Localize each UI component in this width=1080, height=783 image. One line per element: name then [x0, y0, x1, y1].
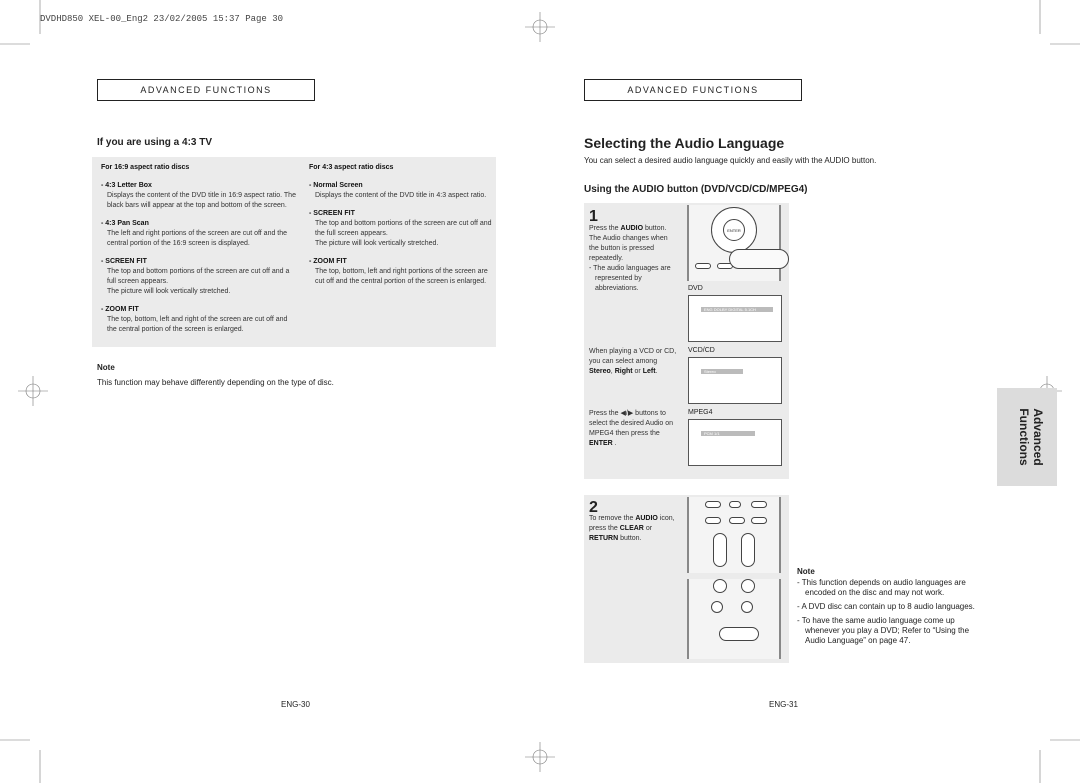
- side-tab: Advanced Functions: [997, 388, 1057, 486]
- step-2-text: To remove the AUDIO icon, press the CLEA…: [589, 515, 675, 542]
- dvd-osd-screen: ENG DOLBY DIGITAL 5.1CH: [688, 295, 782, 342]
- step-1-text: Press the AUDIO button. The Audio change…: [589, 225, 671, 292]
- col-16-9: For 16:9 aspect ratio discs - 4:3 Letter…: [101, 164, 296, 333]
- step-1-panel: 1 Press the AUDIO button. The Audio chan…: [584, 203, 789, 479]
- note-item: - To have the same audio language come u…: [797, 616, 970, 645]
- vcd-osd-screen: Stereo: [688, 357, 782, 404]
- remote-illustration-clear: [687, 497, 781, 573]
- mpeg4-label: MPEG4: [688, 409, 713, 416]
- section-header-right: Advanced Functions: [584, 79, 802, 101]
- vcd-text: When playing a VCD or CD, you can select…: [589, 348, 677, 375]
- page-number-right: ENG-31: [769, 700, 798, 709]
- note-text-left: This function may behave differently dep…: [97, 378, 334, 387]
- remote-illustration-audio: ENTER: [687, 205, 789, 281]
- aspect-ratio-box: For 16:9 aspect ratio discs - 4:3 Letter…: [92, 157, 496, 347]
- section-header-left: Advanced Functions: [97, 79, 315, 101]
- note-list: - This function depends on audio languag…: [797, 578, 977, 650]
- step-2-panel: 2 To remove the AUDIO icon, press the CL…: [584, 495, 789, 663]
- side-tab-label: Advanced Functions: [1017, 408, 1045, 466]
- col-4-3: For 4:3 aspect ratio discs - Normal Scre…: [309, 164, 492, 285]
- note-title-right: Note: [797, 567, 815, 576]
- note-item: - This function depends on audio languag…: [797, 578, 966, 597]
- subheading: Using the AUDIO button (DVD/VCD/CD/MPEG4…: [584, 184, 808, 195]
- remote-illustration-return: [687, 579, 781, 659]
- intro-text: You can select a desired audio language …: [584, 156, 877, 165]
- mpeg4-text: Press the ◀/▶ buttons to select the desi…: [589, 410, 674, 447]
- crop-marks: [0, 0, 1080, 783]
- vcd-label: VCD/CD: [688, 347, 715, 354]
- page-title: Selecting the Audio Language: [584, 135, 785, 151]
- section-heading: If you are using a 4:3 TV: [97, 137, 213, 148]
- mpeg4-osd-screen: PCM 1/1: [688, 419, 782, 466]
- dvd-label: DVD: [688, 285, 703, 292]
- note-item: - A DVD disc can contain up to 8 audio l…: [797, 602, 975, 611]
- page-number-left: ENG-30: [281, 700, 310, 709]
- note-title-left: Note: [97, 363, 115, 372]
